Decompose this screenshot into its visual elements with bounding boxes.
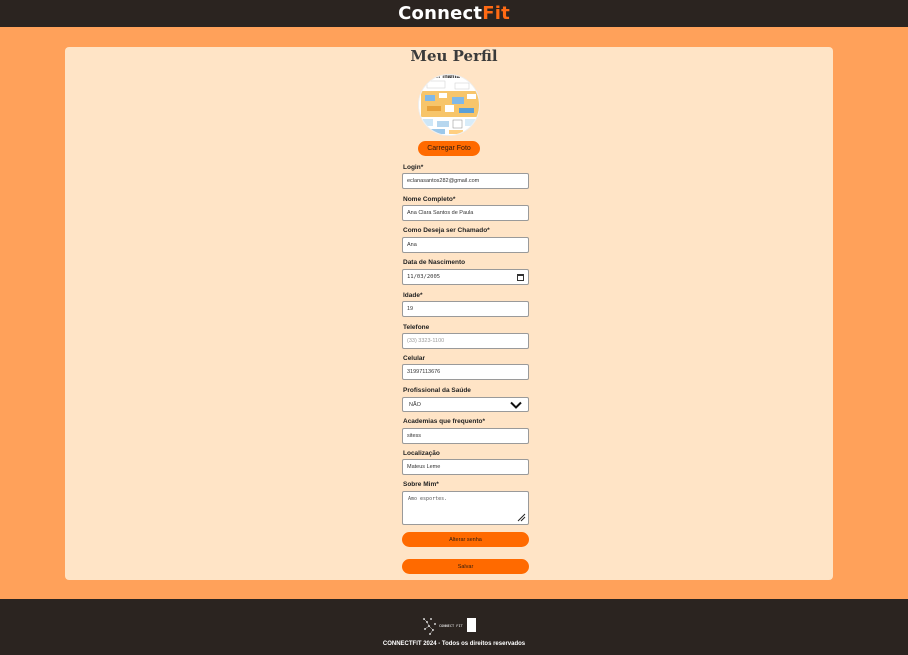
age-label: Idade* (403, 292, 423, 299)
brand-logo-fit: Fit (482, 3, 510, 24)
login-label: Login* (403, 164, 424, 171)
about-label: Sobre Mim* (403, 481, 439, 488)
save-button[interactable]: Salvar (402, 559, 529, 574)
change-password-button[interactable]: Alterar senha (402, 532, 529, 547)
calendar-icon[interactable] (517, 274, 524, 281)
health-pro-label: Profissional da Saúde (403, 387, 471, 394)
phone-field[interactable]: (33) 3323-1100 (402, 333, 529, 349)
phone-label: Telefone (403, 324, 430, 331)
avatar-image (419, 75, 479, 135)
chevron-down-icon (510, 401, 522, 409)
gyms-label: Academias que frequento* (403, 418, 485, 425)
upload-photo-button[interactable]: Carregar Foto (418, 141, 480, 156)
top-nav-bar: ConnectFit (0, 0, 908, 27)
health-pro-selected: NÃO (409, 401, 421, 408)
location-label: Localização (403, 450, 440, 457)
nickname-field[interactable]: Ana (402, 237, 529, 253)
page-title: Meu Perfil (410, 47, 498, 65)
mobile-field[interactable]: 31997113676 (402, 364, 529, 380)
about-text: Amo esportes. (408, 496, 448, 502)
footer-copyright: CONNECTFIT 2024 - Todos os direitos rese… (382, 641, 526, 647)
brand-logo-connect: Connect (398, 3, 483, 24)
nickname-label: Como Deseja ser Chamado* (403, 227, 490, 234)
health-pro-select[interactable]: NÃO (402, 397, 529, 412)
mobile-label: Celular (403, 355, 426, 362)
brand-logo[interactable]: ConnectFit (398, 3, 510, 24)
birth-date-field[interactable]: 11/03/2005 (402, 269, 529, 285)
avatar-caption: er mama (435, 74, 460, 80)
age-field[interactable]: 19 (402, 301, 529, 317)
location-field[interactable]: Mateus Leme (402, 459, 529, 475)
about-textarea[interactable]: Amo esportes. (402, 491, 529, 525)
profile-avatar: er mama (418, 74, 480, 136)
gyms-field[interactable]: sitess (402, 428, 529, 444)
birth-date-value: 11/03/2005 (407, 274, 441, 280)
login-field[interactable]: eclanasantos282@gmail.com (402, 173, 529, 189)
footer-logo-text: CONNECT FIT (439, 624, 464, 628)
full-name-field[interactable]: Ana Clara Santos de Paula (402, 205, 529, 221)
footer-logo: CONNECT FIT (423, 618, 476, 635)
full-name-label: Nome Completo* (403, 196, 456, 203)
birth-date-label: Data de Nascimento (403, 259, 466, 266)
resize-handle-icon[interactable] (517, 513, 526, 522)
